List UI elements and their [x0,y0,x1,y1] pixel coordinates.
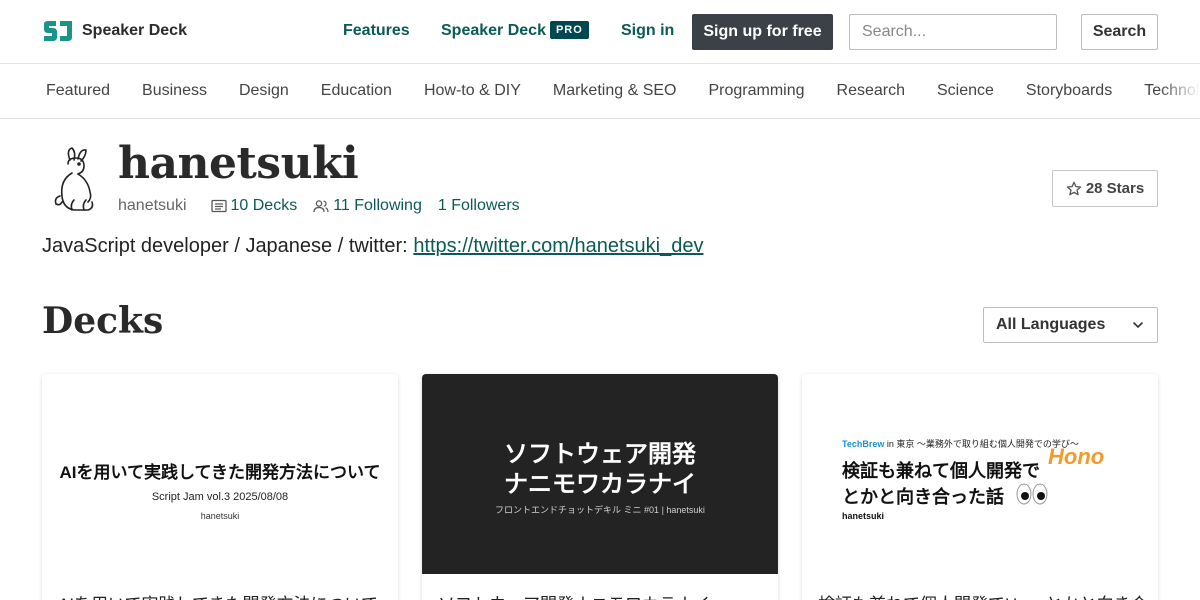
slides-icon [210,199,227,213]
bio-text: JavaScript developer / Japanese / twitte… [42,235,414,257]
decks-count-link[interactable]: 10 Decks [210,197,298,215]
deck-thumbnail[interactable]: TechBrew in 東京 〜業務外で取り組む個人開発での学び〜 検証も兼ねて… [802,374,1158,574]
thumb-line-2: とかと向き合った話 [842,487,1004,507]
site-header: Speaker Deck Features Speaker Deck PRO Si… [0,0,1200,64]
deck-card[interactable]: TechBrew in 東京 〜業務外で取り組む個人開発での学び〜 検証も兼ねて… [802,374,1158,600]
profile-meta: hanetsuki 10 Decks 11 Following 1 Follow… [118,197,536,215]
deck-title[interactable]: AIを用いて実践してきた開発方法について [58,590,388,600]
thumb-author: hanetsuki [200,511,240,521]
deck-title[interactable]: 検証も兼ねて個人開発でHonoとかと向き合った話 [818,590,1148,600]
category-storyboards[interactable]: Storyboards [1026,82,1112,100]
stars-count: 28 Stars [1085,180,1145,197]
features-link[interactable]: Features [343,22,410,40]
thumb-line-2: ナニモワカラナイ [504,471,696,498]
followers-link[interactable]: 1 Followers [438,197,520,215]
profile-bio: JavaScript developer / Japanese / twitte… [42,235,703,258]
thumb-heading: AIを用いて実践してきた開発方法について [59,463,381,482]
eyes-emoji-icon [1016,483,1048,505]
chevron-down-icon [1133,322,1143,328]
thumb-sub: フロントエンドチョットデキル ミニ #01 | hanetsuki [495,505,705,515]
category-education[interactable]: Education [321,82,392,100]
category-bar: Featured Business Design Education How-t… [0,64,1200,119]
deck-card[interactable]: AIを用いて実践してきた開発方法について Script Jam vol.3 20… [42,374,398,600]
thumb-line-1: 検証も兼ねて個人開発で [842,461,1040,481]
star-icon [1066,181,1082,195]
thumb-event: Script Jam vol.3 2025/08/08 [151,491,289,503]
deck-thumbnail[interactable]: AIを用いて実践してきた開発方法について Script Jam vol.3 20… [42,374,398,574]
category-science[interactable]: Science [937,82,994,100]
stars-button[interactable]: 28 Stars [1052,170,1158,207]
category-research[interactable]: Research [837,82,905,100]
search-input[interactable] [849,14,1057,50]
brand-name: Speaker Deck [82,22,187,39]
category-programming[interactable]: Programming [708,82,804,100]
search-button[interactable]: Search [1081,14,1158,50]
category-featured[interactable]: Featured [46,82,110,100]
profile-name: hanetsuki [118,138,359,189]
hono-logo: Hono [1048,444,1105,469]
category-how-to[interactable]: How-to & DIY [424,82,521,100]
deck-card[interactable]: ソフトウェア開発 ナニモワカラナイ フロントエンドチョットデキル ミニ #01 … [422,374,778,600]
category-business[interactable]: Business [142,82,207,100]
following-count: 11 Following [333,197,422,214]
pro-link-label: Speaker Deck [441,22,546,39]
category-marketing[interactable]: Marketing & SEO [553,82,677,100]
profile-handle: hanetsuki [118,197,187,214]
deck-title[interactable]: ソフトウェア開発ナニモワカラナイ [438,590,768,600]
language-select[interactable]: All Languages [983,307,1158,343]
avatar [54,147,94,211]
speakerdeck-pro-link[interactable]: Speaker Deck PRO [441,21,589,40]
decks-count: 10 Decks [230,197,298,214]
pro-badge: PRO [549,21,589,39]
category-design[interactable]: Design [239,82,289,100]
speakerdeck-logo-icon [44,21,72,41]
techbrew-label: TechBrew [842,439,885,449]
language-select-value: All Languages [996,316,1106,333]
thumb-event: TechBrew in 東京 〜業務外で取り組む個人開発での学び〜 [842,437,1079,450]
following-link[interactable]: 11 Following [313,197,422,215]
decks-heading: Decks [42,300,164,342]
thumb-author: hanetsuki [842,511,885,521]
deck-thumbnail[interactable]: ソフトウェア開発 ナニモワカラナイ フロントエンドチョットデキル ミニ #01 … [422,374,778,574]
category-fade [1160,64,1200,118]
signup-button[interactable]: Sign up for free [692,14,833,50]
users-icon [313,200,329,213]
signin-link[interactable]: Sign in [621,22,674,40]
twitter-link[interactable]: https://twitter.com/hanetsuki_dev [413,235,703,257]
category-list: Featured Business Design Education How-t… [46,82,1200,100]
logo-link[interactable]: Speaker Deck [42,20,187,42]
